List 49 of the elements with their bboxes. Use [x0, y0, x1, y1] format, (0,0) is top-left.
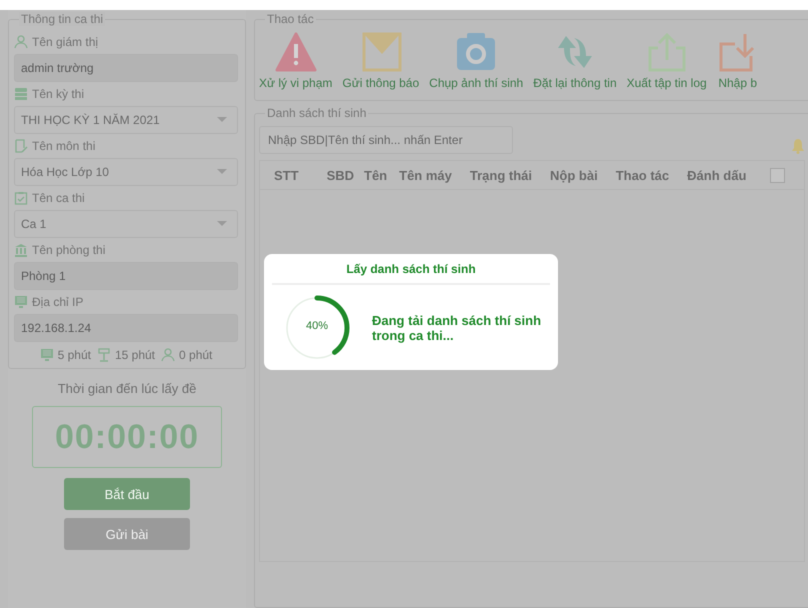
panel-title: Thông tin ca thi [19, 12, 106, 26]
monitor-icon [40, 348, 54, 362]
toolbar-action[interactable]: Đặt lại thông tin [533, 32, 617, 90]
countdown-label: Thời gian đến lúc lấy đề [58, 381, 196, 396]
select-all-checkbox[interactable] [770, 168, 786, 182]
bell-icon [791, 138, 805, 154]
column-header: SBD [326, 168, 354, 182]
clipboard-check-icon [14, 191, 28, 205]
duration-text: 0 phút [179, 348, 212, 362]
toolbar-action[interactable]: Nhập b [716, 32, 759, 90]
progress-reading: 40% [304, 320, 330, 332]
field-label: Tên ca thi [32, 191, 85, 205]
field-label: Tên môn thi [32, 139, 96, 153]
column-header: Trạng thái [470, 168, 532, 182]
field-label: Tên giám thị [32, 35, 98, 49]
dropdown-field[interactable]: THI HỌC KỲ 1 NĂM 2021 [14, 106, 238, 134]
field-label: Tên kỳ thi [32, 87, 84, 101]
person-icon [14, 35, 28, 49]
duration-text: 15 phút [114, 348, 156, 362]
bank-building-icon [14, 243, 28, 257]
search-field[interactable]: Nhập SBD|Tên thí sinh... nhấn Enter [259, 126, 513, 154]
toolbar-action[interactable]: Chụp ảnh thí sinh [429, 32, 524, 90]
dialog-title: Lấy danh sách thí sinh [272, 254, 550, 285]
countdown-timer: 00:00:00 [32, 406, 222, 468]
caret-icon [217, 221, 227, 227]
toolbar-action[interactable]: Xử lý vi phạm [259, 32, 332, 90]
column-header: Tên [364, 168, 388, 182]
start-button[interactable]: Bắt đầu [64, 478, 190, 510]
field-label: Địa chỉ IP [32, 295, 84, 309]
toolbar-action[interactable]: Xuất tập tin log [626, 32, 707, 90]
book-stack-icon [14, 87, 28, 101]
person-icon [161, 348, 176, 362]
column-header: STT [274, 168, 299, 182]
column-header: Nộp bài [550, 168, 598, 182]
document-edit-icon [14, 139, 28, 153]
column-header: Thao tác [616, 168, 670, 182]
column-header: Đánh dấu [687, 168, 746, 182]
dialog-message: Đang tải danh sách thí sinh trong ca thi... [372, 313, 542, 343]
panel-title: Thao tác [265, 12, 316, 26]
monitor-icon [14, 295, 28, 309]
dropdown-field[interactable]: Hóa Học Lớp 10 [14, 158, 238, 186]
dropdown-field[interactable]: Ca 1 [14, 210, 238, 238]
column-header: Tên máy [399, 168, 452, 182]
toolbar-action[interactable]: Gửi thông báo [342, 32, 420, 90]
field-label: Tên phòng thi [32, 243, 106, 257]
duration-text: 5 phút [58, 348, 91, 362]
caret-icon [217, 117, 227, 123]
caret-icon [217, 169, 227, 175]
panel-title: Danh sách thí sinh [265, 106, 368, 120]
